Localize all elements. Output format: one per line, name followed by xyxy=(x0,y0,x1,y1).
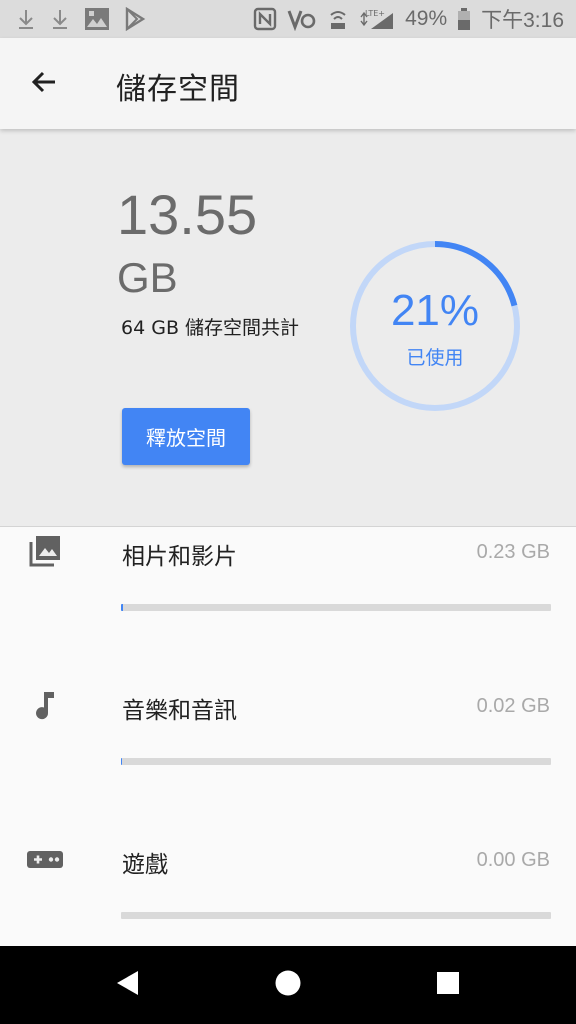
back-button[interactable] xyxy=(20,60,68,108)
category-usage-bar xyxy=(121,912,551,919)
clock: 下午3:16 xyxy=(481,9,564,32)
used-storage-value: 13.55 xyxy=(117,183,258,246)
usage-percent: 21% xyxy=(390,286,480,335)
category-usage-fill xyxy=(121,604,123,611)
used-storage-unit: GB xyxy=(117,254,178,301)
total-storage-text: 64 GB 儲存空間共計 xyxy=(121,317,300,339)
page-title: 儲存空間 xyxy=(116,72,240,107)
storage-summary: 13.55 GB 64 GB 儲存空間共計 釋放空間 21% 已使用 xyxy=(0,129,576,527)
usage-label: 已使用 xyxy=(406,347,464,369)
play-store-icon xyxy=(124,6,146,32)
navigation-bar xyxy=(0,946,576,1024)
back-triangle-icon xyxy=(113,968,143,1002)
photo-library-icon xyxy=(26,532,64,570)
arrow-back-icon xyxy=(29,67,59,101)
lte-signal-icon: LTE+ xyxy=(359,6,395,32)
home-circle-icon xyxy=(273,968,303,1002)
category-music-audio[interactable]: 音樂和音訊 0.02 GB xyxy=(0,656,576,810)
battery-percent: 49% xyxy=(405,7,448,30)
download-icon xyxy=(50,6,70,32)
volte-icon xyxy=(287,6,317,32)
nav-home-button[interactable] xyxy=(264,961,312,1009)
battery-icon xyxy=(457,6,471,32)
category-label: 相片和影片 xyxy=(122,544,237,570)
wifi-icon xyxy=(327,6,349,32)
category-games[interactable]: 遊戲 0.00 GB xyxy=(0,810,576,964)
category-usage-bar xyxy=(121,604,551,611)
category-size: 0.00 GB xyxy=(476,849,550,871)
category-photos-videos[interactable]: 相片和影片 0.23 GB xyxy=(0,502,576,656)
status-bar: LTE+ 49% 下午3:16 xyxy=(0,0,576,38)
app-bar: 儲存空間 xyxy=(0,38,576,129)
music-note-icon xyxy=(26,686,64,724)
svg-text:LTE+: LTE+ xyxy=(365,9,385,18)
download-icon xyxy=(16,6,36,32)
nfc-icon xyxy=(253,6,277,32)
free-up-space-button[interactable]: 釋放空間 xyxy=(122,408,250,465)
gamepad-icon xyxy=(26,840,64,878)
recents-square-icon xyxy=(433,968,463,1002)
category-label: 遊戲 xyxy=(122,852,168,878)
category-label: 音樂和音訊 xyxy=(122,698,237,724)
category-usage-bar xyxy=(121,758,551,765)
gallery-icon xyxy=(84,6,110,32)
nav-recents-button[interactable] xyxy=(424,961,472,1009)
category-size: 0.23 GB xyxy=(476,541,550,563)
category-size: 0.02 GB xyxy=(476,695,550,717)
nav-back-button[interactable] xyxy=(104,961,152,1009)
